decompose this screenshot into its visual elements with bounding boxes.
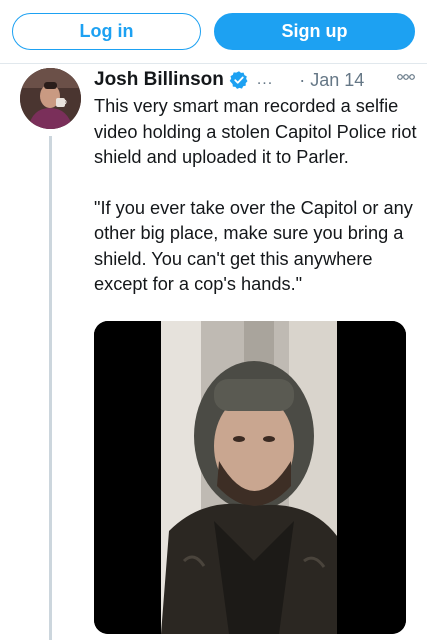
more-options-icon[interactable] [397, 70, 415, 84]
tweet-header: Josh Billinson ... · Jan 14 [94, 68, 419, 92]
verified-badge-icon [229, 70, 249, 90]
auth-bar: Log in Sign up [0, 0, 427, 64]
signup-button[interactable]: Sign up [214, 13, 415, 50]
thread-line [49, 136, 52, 640]
author-avatar[interactable] [20, 68, 81, 129]
handle-truncated: ... [256, 71, 274, 88]
tweet-date[interactable]: · Jan 14 [299, 70, 364, 91]
video-thumbnail[interactable] [94, 321, 406, 634]
login-button[interactable]: Log in [12, 13, 201, 50]
header-divider [0, 63, 427, 64]
tweet-paragraph: This very smart man recorded a selfie vi… [94, 96, 417, 167]
tweet-quote-paragraph: "If you ever take over the Capitol or an… [94, 197, 413, 295]
tweet-text: This very smart man recorded a selfie vi… [94, 94, 419, 298]
author-name[interactable]: Josh Billinson [94, 69, 224, 91]
